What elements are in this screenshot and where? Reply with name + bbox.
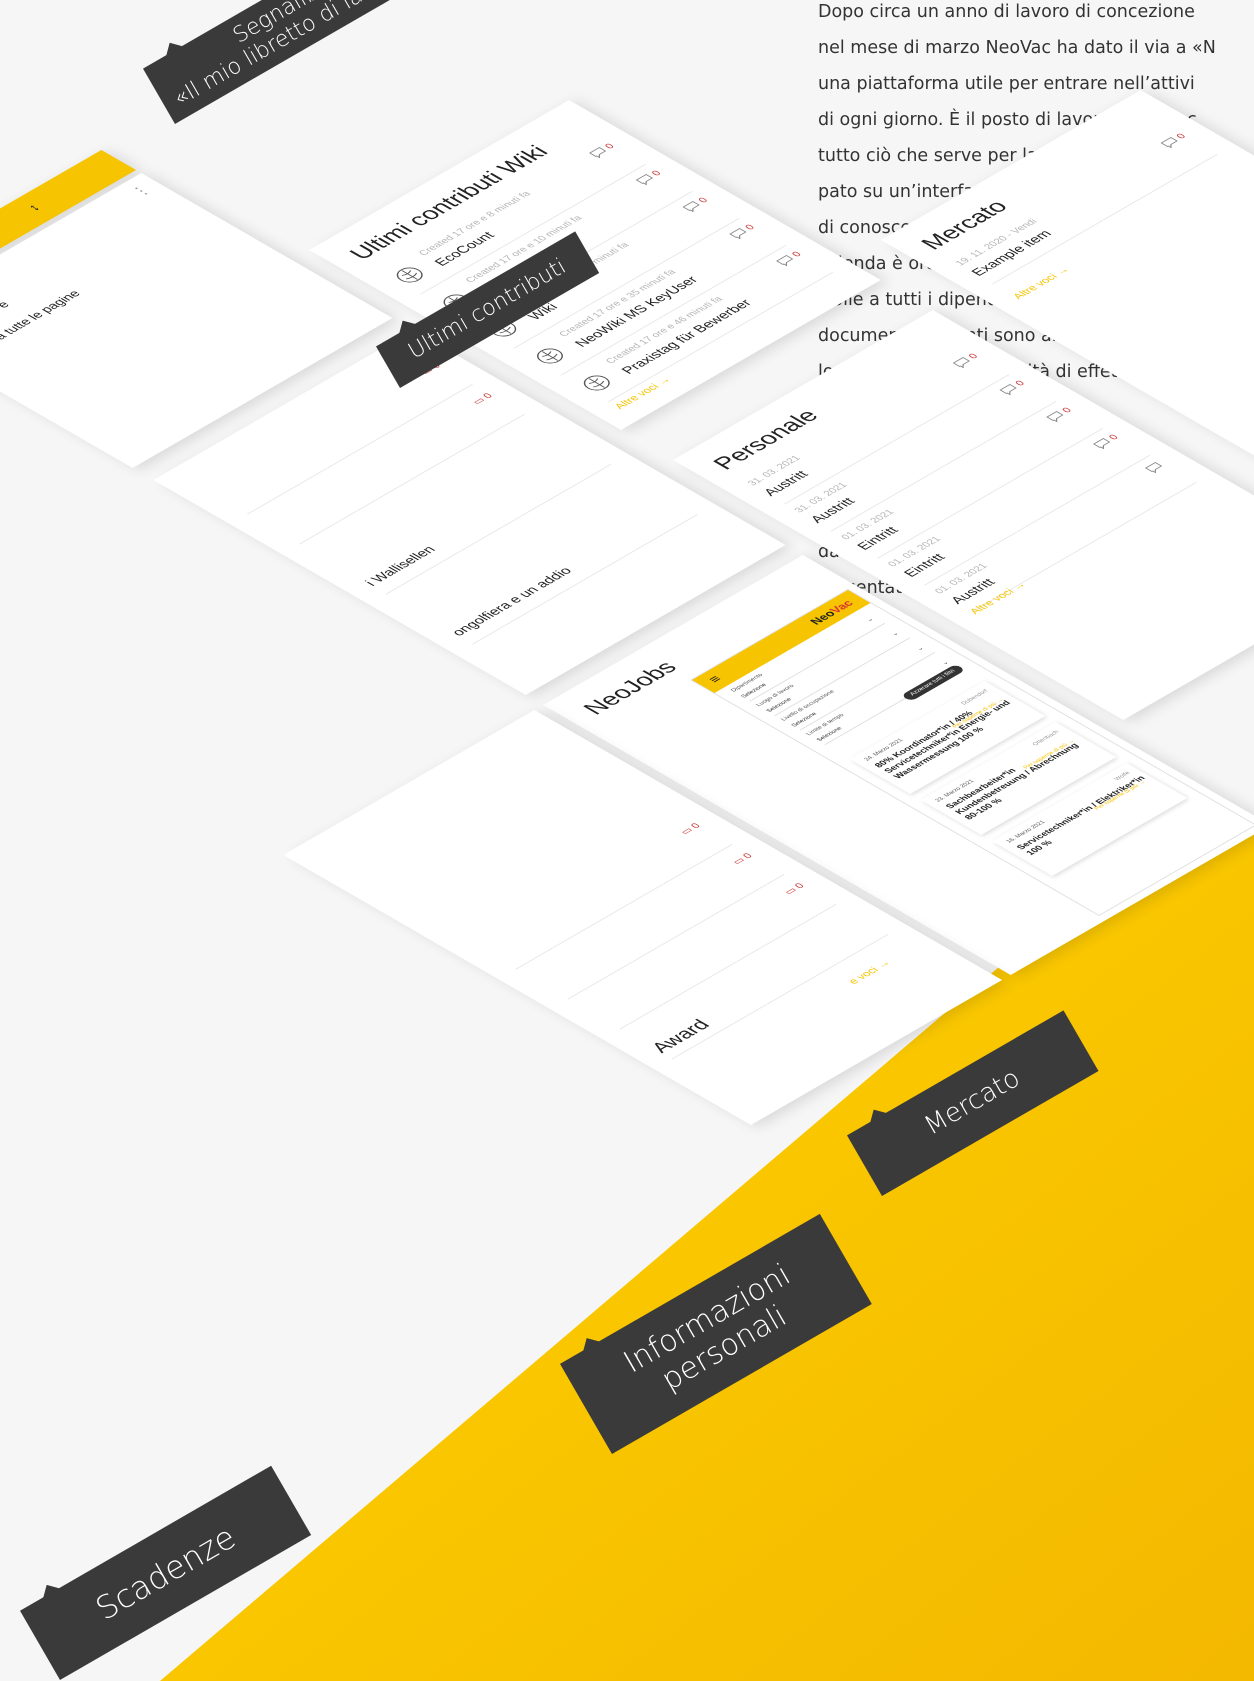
brain-icon [387, 262, 432, 288]
comment-count: ▭ 0 [730, 851, 756, 867]
comment-count[interactable]: 0 [635, 169, 664, 186]
comment-count[interactable]: 0 [1092, 433, 1121, 450]
hamburger-icon[interactable]: ≡ [704, 673, 725, 685]
deadline-more-link[interactable]: e voci → [846, 959, 893, 986]
chevron-down-icon: ⌄ [914, 645, 926, 652]
news-title: i Wallisellen [361, 543, 439, 588]
personal-callout: Informazioni personali [560, 1213, 872, 1454]
comment-count[interactable]: 0 [1046, 406, 1075, 423]
comment-count[interactable]: 0 [1160, 132, 1189, 149]
comment-icon [1144, 460, 1168, 474]
chevron-down-icon: ⌄ [939, 659, 951, 667]
comment-count: ▭ 0 [470, 391, 496, 407]
news-title: ongolfiera e un addio [447, 564, 575, 638]
deadlines-callout: Scadenze [20, 1465, 312, 1680]
brain-icon [574, 370, 619, 396]
market-more-link[interactable]: Altre voci → [1011, 265, 1073, 301]
brain-icon [527, 343, 572, 369]
bookmarks-text-2: ramica tutte le pagine [0, 287, 84, 358]
more-icon[interactable]: ⋮ [126, 182, 157, 200]
comment-count[interactable]: 0 [588, 142, 617, 159]
comment-count[interactable] [1144, 460, 1168, 474]
comment-count: ▭ 0 [678, 821, 704, 837]
comment-count: ▭ 0 [782, 881, 808, 897]
comment-count[interactable]: 0 [776, 250, 805, 267]
deadline-title: Award [646, 1016, 715, 1056]
comment-count[interactable]: 0 [729, 223, 758, 240]
dashboard-mockup: ↕ i frequente e ramica tutte le pagine ⋮… [0, 0, 1254, 1681]
sort-icon[interactable]: ↕ [23, 201, 43, 212]
chevron-down-icon: ⌄ [864, 616, 876, 623]
jobs-title: NeoJobs [577, 657, 684, 719]
page: Dopo circa un anno di lavoro di concezio… [0, 0, 1254, 1681]
chevron-down-icon: ⌄ [889, 630, 901, 638]
comment-count[interactable]: 0 [682, 196, 711, 213]
bookmarks-callout-line-2: «Il mio libretto di lavoro» [169, 0, 421, 112]
bookmarks-callout: Segnalibri «Il mio libretto di lavoro» [143, 0, 435, 124]
comment-count[interactable]: 0 [952, 352, 981, 369]
comment-count[interactable]: 0 [999, 379, 1028, 396]
